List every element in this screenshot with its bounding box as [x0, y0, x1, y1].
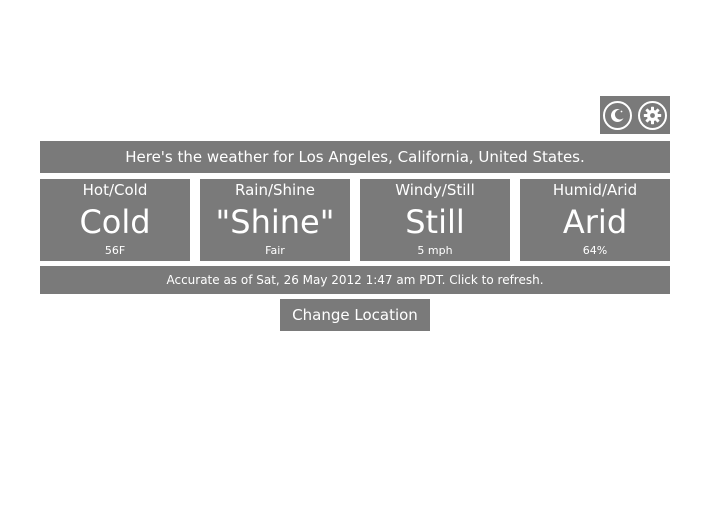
tile-detail: Fair: [265, 244, 285, 257]
tile-value: Cold: [79, 203, 151, 241]
change-location-button[interactable]: Change Location: [280, 299, 430, 331]
moon-icon: [611, 108, 624, 122]
tile-title: Humid/Arid: [552, 181, 638, 199]
tile-hot-cold: Hot/Cold Cold 56F: [40, 179, 190, 261]
tile-value: Arid: [562, 203, 628, 241]
gear-icon: [643, 106, 662, 124]
weather-tiles: Hot/Cold Cold 56F Rain/Shine "Shine" Fai…: [40, 179, 670, 261]
tile-humid-arid: Humid/Arid Arid 64%: [520, 179, 670, 261]
tile-detail: 56F: [104, 244, 126, 257]
location-banner: Here's the weather for Los Angeles, Cali…: [40, 141, 670, 173]
tile-title: Rain/Shine: [235, 181, 315, 199]
night-mode-button[interactable]: [603, 100, 632, 130]
tile-value: Still: [405, 203, 465, 241]
toolbar: [600, 96, 670, 134]
tile-title: Hot/Cold: [82, 181, 148, 199]
weather-page: Here's the weather for Los Angeles, Cali…: [0, 0, 702, 526]
settings-button[interactable]: [638, 100, 667, 130]
tile-title: Windy/Still: [395, 181, 475, 199]
tile-value: "Shine": [215, 203, 335, 241]
refresh-status-bar[interactable]: Accurate as of Sat, 26 May 2012 1:47 am …: [40, 266, 670, 294]
tile-detail: 5 mph: [417, 244, 453, 257]
tile-windy-still: Windy/Still Still 5 mph: [360, 179, 510, 261]
tile-rain-shine: Rain/Shine "Shine" Fair: [200, 179, 350, 261]
tile-detail: 64%: [582, 244, 608, 257]
